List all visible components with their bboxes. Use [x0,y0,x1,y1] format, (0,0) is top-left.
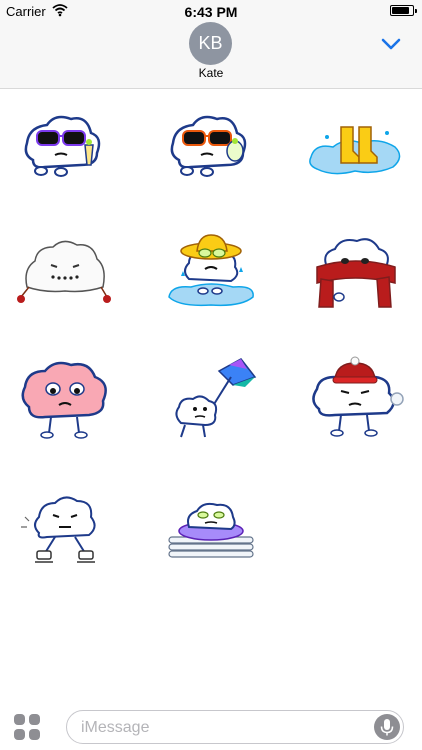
app-drawer-button[interactable] [14,714,42,742]
yellow-boots-puddle-sticker [309,126,401,175]
status-bar: Carrier 6:43 PM [0,0,422,22]
sticker-8[interactable] [156,350,266,450]
cloud-swim-ring-sticker [168,502,254,558]
apps-grid-icon [29,729,40,740]
pink-cloud-sticker [21,361,107,439]
conversation-header: KB Kate [0,22,422,89]
cloud-red-hat-snowball-sticker [312,356,404,437]
sticker-10[interactable] [10,482,120,582]
sticker-7[interactable] [10,350,120,450]
cloud-sunglasses-drink-sticker [24,115,101,177]
contact-avatar[interactable]: KB [189,22,232,65]
sticker-3[interactable] [300,100,410,200]
message-placeholder: iMessage [81,719,150,736]
cloud-skating-sticker [21,496,96,563]
cloud-yellow-hat-puddle-sticker [168,234,254,307]
cloud-red-scarf-sticker [316,238,396,308]
cloud-umbrella-sticker [175,358,257,438]
sticker-1[interactable] [10,100,120,200]
sticker-6[interactable] [300,222,410,322]
sticker-5[interactable] [156,222,266,322]
battery-level [392,7,409,14]
apps-grid-icon [14,714,25,725]
contact-name[interactable]: Kate [0,66,422,80]
message-input-bar: iMessage [0,700,422,750]
status-time: 6:43 PM [184,4,238,20]
message-field[interactable]: iMessage [66,710,404,744]
sticker-9[interactable] [300,350,410,450]
sticker-2[interactable] [156,100,266,200]
sticker-11[interactable] [156,482,266,582]
chevron-down-icon[interactable] [380,36,402,52]
melting-snowman-sticker [17,240,111,303]
sticker-4[interactable] [10,222,120,322]
battery-icon [390,5,417,16]
microphone-button[interactable] [374,714,400,740]
microphone-icon [380,719,394,736]
apps-grid-icon [14,729,25,740]
apps-grid-icon [29,714,40,725]
cloud-orange-sunglasses-drink-sticker [170,115,247,177]
